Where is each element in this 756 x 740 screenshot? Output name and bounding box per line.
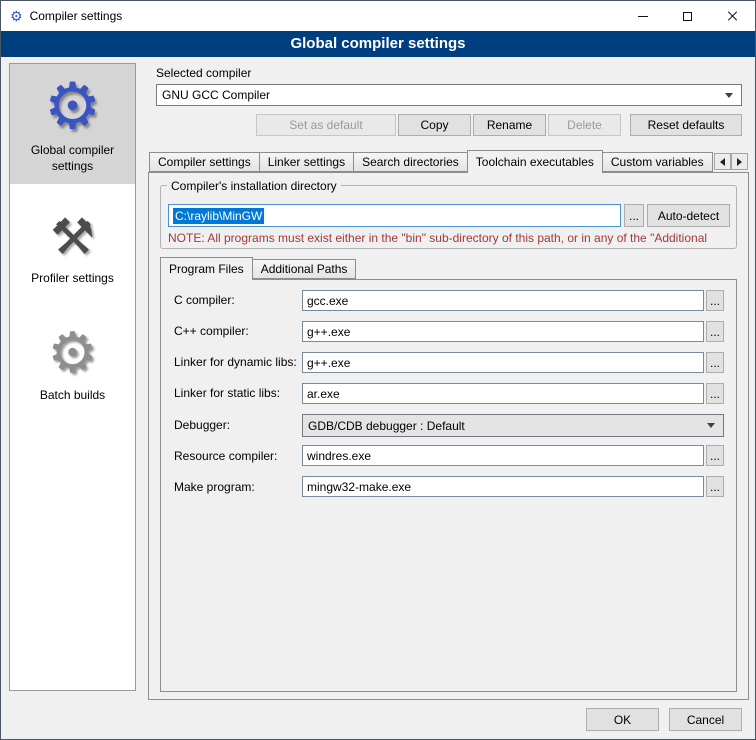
autodetect-button[interactable]: Auto-detect	[647, 204, 730, 227]
tab-additional-paths[interactable]: Additional Paths	[252, 259, 357, 279]
sidebar-item-label: Global compiler settings	[12, 143, 133, 174]
ok-button[interactable]: OK	[586, 708, 659, 731]
titlebar: ⚙ Compiler settings	[1, 1, 755, 31]
tab-compiler-settings[interactable]: Compiler settings	[149, 152, 260, 172]
tab-linker-settings[interactable]: Linker settings	[259, 152, 354, 172]
gear-icon: ⚙	[12, 68, 133, 140]
install-dir-input[interactable]: C:\raylib\MinGW	[168, 204, 621, 227]
compiler-settings-window: ⚙ Compiler settings Global compiler sett…	[0, 0, 756, 740]
selected-compiler-label: Selected compiler	[156, 66, 251, 80]
settings-sidebar: ⚙ Global compiler settings ⚒ Profiler se…	[9, 63, 136, 691]
compiler-tabstrip: Compiler settings Linker settings Search…	[149, 150, 713, 173]
tab-scroll-left-button[interactable]	[714, 153, 731, 170]
cancel-button[interactable]: Cancel	[669, 708, 742, 731]
make-program-browse-button[interactable]: ...	[706, 476, 724, 497]
resource-compiler-browse-button[interactable]: ...	[706, 445, 724, 466]
maximize-button[interactable]	[665, 1, 710, 31]
reset-defaults-button[interactable]: Reset defaults	[630, 114, 742, 136]
sidebar-item-label: Profiler settings	[12, 271, 133, 287]
dynamic-libs-linker-input[interactable]	[302, 352, 704, 373]
tab-program-files[interactable]: Program Files	[160, 257, 253, 280]
debugger-select-value: GDB/CDB debugger : Default	[308, 419, 703, 433]
tab-toolchain-executables[interactable]: Toolchain executables	[467, 150, 603, 173]
static-libs-linker-browse-button[interactable]: ...	[706, 383, 724, 404]
c-compiler-input[interactable]	[302, 290, 704, 311]
install-dir-selected-text: C:\raylib\MinGW	[173, 208, 264, 224]
close-icon	[727, 10, 739, 22]
debugger-select[interactable]: GDB/CDB debugger : Default	[302, 414, 724, 437]
sidebar-item-profiler-settings[interactable]: ⚒ Profiler settings	[10, 196, 135, 297]
maximize-icon	[683, 12, 692, 21]
window-title: Compiler settings	[30, 9, 123, 23]
chevron-right-icon	[737, 158, 742, 166]
resource-compiler-input[interactable]	[302, 445, 704, 466]
app-gear-icon: ⚙	[10, 9, 23, 23]
make-program-input[interactable]	[302, 476, 704, 497]
set-as-default-button[interactable]: Set as default	[256, 114, 396, 136]
dynamic-libs-linker-browse-button[interactable]: ...	[706, 352, 724, 373]
program-tabstrip: Program Files Additional Paths	[160, 257, 560, 280]
tab-build-options[interactable]: Buil	[712, 152, 713, 172]
cpp-compiler-browse-button[interactable]: ...	[706, 321, 724, 342]
sidebar-item-batch-builds[interactable]: ⚙ Batch builds	[10, 309, 135, 414]
install-dir-browse-button[interactable]: ...	[624, 204, 644, 227]
gray-gear-icon: ⚙	[12, 313, 133, 385]
window-controls	[620, 1, 755, 31]
sidebar-item-global-compiler-settings[interactable]: ⚙ Global compiler settings	[10, 64, 135, 184]
chevron-left-icon	[720, 158, 725, 166]
tab-search-directories[interactable]: Search directories	[353, 152, 468, 172]
close-button[interactable]	[710, 1, 755, 31]
cpp-compiler-input[interactable]	[302, 321, 704, 342]
compiler-select-value: GNU GCC Compiler	[162, 88, 721, 102]
chevron-down-icon	[707, 423, 715, 428]
minimize-icon	[638, 16, 648, 17]
dialog-header: Global compiler settings	[1, 31, 755, 57]
static-libs-linker-label: Linker for static libs:	[174, 386, 280, 400]
static-libs-linker-input[interactable]	[302, 383, 704, 404]
installation-directory-group-label: Compiler's installation directory	[167, 179, 341, 193]
make-program-label: Make program:	[174, 480, 255, 494]
minimize-button[interactable]	[620, 1, 665, 31]
delete-button[interactable]: Delete	[548, 114, 621, 136]
tab-scroll-right-button[interactable]	[731, 153, 748, 170]
rename-button[interactable]: Rename	[473, 114, 546, 136]
install-dir-note: NOTE: All programs must exist either in …	[168, 231, 746, 246]
cpp-compiler-label: C++ compiler:	[174, 324, 249, 338]
sidebar-item-label: Batch builds	[12, 388, 133, 404]
c-compiler-label: C compiler:	[174, 293, 235, 307]
tab-custom-variables[interactable]: Custom variables	[602, 152, 713, 172]
c-compiler-browse-button[interactable]: ...	[706, 290, 724, 311]
dynamic-libs-linker-label: Linker for dynamic libs:	[174, 355, 297, 369]
resource-compiler-label: Resource compiler:	[174, 449, 277, 463]
debugger-label: Debugger:	[174, 418, 230, 432]
chevron-down-icon	[725, 93, 733, 98]
copy-button[interactable]: Copy	[398, 114, 471, 136]
compiler-select[interactable]: GNU GCC Compiler	[156, 84, 742, 106]
hammer-icon: ⚒	[12, 200, 133, 268]
